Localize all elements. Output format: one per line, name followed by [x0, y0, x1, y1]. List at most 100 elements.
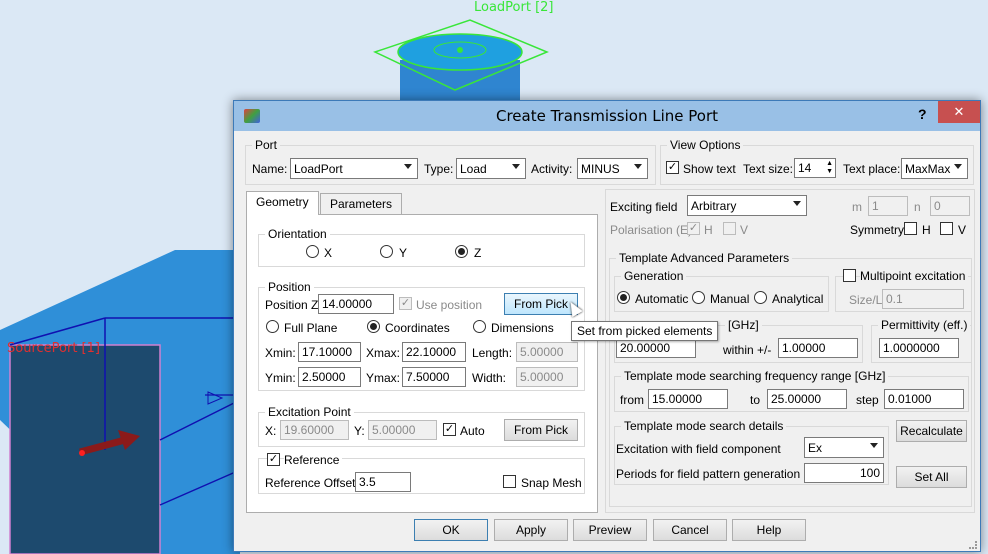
tooltip: Set from picked elements — [571, 321, 719, 341]
symmetry-label: Symmetry — [850, 223, 904, 237]
activity-combo[interactable]: MINUS — [577, 158, 648, 179]
frequency-input[interactable]: 20.00000 — [616, 338, 696, 358]
step-input[interactable]: 0.01000 — [884, 389, 964, 409]
close-icon: ✕ — [953, 104, 965, 119]
text-size-spinbox[interactable]: 14 ▲ ▼ — [794, 158, 836, 178]
text-place-value: MaxMax — [905, 162, 951, 176]
multipoint-label: Multipoint excitation — [860, 269, 969, 283]
permittivity-input[interactable]: 1.0000000 — [879, 338, 959, 358]
to-input[interactable]: 25.00000 — [767, 389, 847, 409]
orientation-x-label: X — [324, 246, 333, 260]
use-position-label: Use position — [416, 298, 483, 312]
name-combo[interactable]: LoadPort — [290, 158, 418, 179]
auto-label: Auto — [460, 424, 485, 438]
reference-offset-label: Reference Offset — [265, 476, 356, 490]
create-transmission-line-port-dialog: Create Transmission Line Port ? ✕ Port N… — [233, 100, 981, 552]
spin-arrows-icon[interactable]: ▲ ▼ — [826, 160, 833, 176]
position-z-input[interactable]: 14.00000 — [318, 294, 394, 314]
load-port-label: LoadPort [2] — [474, 0, 554, 15]
xmax-label: Xmax: — [366, 346, 401, 360]
preview-button[interactable]: Preview — [573, 519, 647, 541]
polarisation-v-label: V — [740, 223, 749, 237]
coordinates-radio[interactable] — [367, 320, 380, 333]
snap-mesh-label: Snap Mesh — [521, 476, 582, 490]
orientation-z-radio[interactable] — [455, 245, 468, 258]
width-label: Width: — [472, 371, 507, 385]
n-input[interactable]: 0 — [930, 196, 970, 216]
symmetry-v-label: V — [958, 223, 967, 237]
orientation-y-radio[interactable] — [380, 245, 393, 258]
polarisation-label: Polarisation (E) — [610, 223, 693, 237]
symmetry-h-checkbox[interactable] — [904, 222, 917, 235]
orientation-x-radio[interactable] — [306, 245, 319, 258]
multipoint-checkbox[interactable] — [843, 269, 856, 282]
apply-button[interactable]: Apply — [494, 519, 568, 541]
exciting-field-combo[interactable]: Arbitrary — [687, 195, 807, 216]
automatic-radio[interactable] — [617, 291, 630, 304]
help-button[interactable]: Help — [732, 519, 806, 541]
permittivity-legend: Permittivity (eff.) — [878, 318, 971, 332]
type-value: Load — [460, 162, 487, 176]
within-input[interactable]: 1.00000 — [778, 338, 858, 358]
size-l-label: Size/L — [849, 293, 883, 307]
type-combo[interactable]: Load — [456, 158, 526, 179]
ok-button[interactable]: OK — [414, 519, 488, 541]
m-input[interactable]: 1 — [868, 196, 908, 216]
polarisation-h-label: H — [704, 223, 713, 237]
type-label: Type: — [424, 162, 454, 176]
text-place-combo[interactable]: MaxMax — [901, 158, 968, 179]
polarisation-h-checkbox[interactable]: ✓ — [687, 222, 700, 235]
step-label: step — [856, 393, 879, 407]
port-legend: Port — [252, 138, 281, 152]
length-input[interactable]: 5.00000 — [516, 342, 578, 362]
full-plane-radio[interactable] — [266, 320, 279, 333]
ymin-label: Ymin: — [265, 371, 296, 385]
ymax-input[interactable]: 7.50000 — [402, 367, 466, 387]
resize-grip-icon[interactable] — [969, 541, 977, 549]
exciting-field-value: Arbitrary — [691, 199, 737, 213]
exc-y-label: Y: — [354, 424, 365, 438]
help-icon[interactable]: ? — [918, 106, 927, 122]
exc-y-input[interactable]: 5.00000 — [368, 420, 437, 440]
manual-radio[interactable] — [692, 291, 705, 304]
excitation-point-legend: Excitation Point — [265, 405, 354, 419]
cancel-button[interactable]: Cancel — [653, 519, 727, 541]
xmax-input[interactable]: 22.10000 — [402, 342, 466, 362]
xmin-label: Xmin: — [265, 346, 296, 360]
tab-geometry[interactable]: Geometry — [246, 191, 319, 215]
periods-input[interactable]: 100 — [804, 463, 884, 483]
dialog-title: Create Transmission Line Port — [495, 107, 719, 125]
chevron-down-icon — [512, 164, 520, 169]
m-label: m — [852, 200, 862, 214]
auto-checkbox[interactable]: ✓ — [443, 423, 456, 436]
automatic-label: Automatic — [635, 292, 689, 306]
exc-x-input[interactable]: 19.60000 — [280, 420, 349, 440]
snap-mesh-checkbox[interactable] — [503, 475, 516, 488]
reference-checkbox[interactable]: ✓ — [267, 453, 280, 466]
use-position-checkbox[interactable]: ✓ — [399, 297, 412, 310]
position-legend: Position — [265, 280, 314, 294]
dimensions-radio[interactable] — [473, 320, 486, 333]
ymin-input[interactable]: 2.50000 — [298, 367, 361, 387]
frequency-range-legend: Template mode searching frequency range … — [621, 369, 889, 383]
set-all-button[interactable]: Set All — [896, 466, 967, 488]
chevron-down-icon — [954, 164, 962, 169]
orientation-legend: Orientation — [265, 227, 330, 241]
full-plane-label: Full Plane — [284, 321, 338, 335]
excitation-component-combo[interactable]: Ex — [804, 437, 884, 458]
xmin-input[interactable]: 17.10000 — [298, 342, 361, 362]
excitation-from-pick-button[interactable]: From Pick — [504, 419, 578, 441]
close-button[interactable]: ✕ — [938, 101, 980, 123]
reference-offset-input[interactable]: 3.5 — [355, 472, 411, 492]
analytical-radio[interactable] — [754, 291, 767, 304]
dialog-titlebar[interactable]: Create Transmission Line Port ? ✕ — [234, 101, 980, 131]
polarisation-v-checkbox[interactable] — [723, 222, 736, 235]
from-input[interactable]: 15.00000 — [648, 389, 728, 409]
width-input[interactable]: 5.00000 — [516, 367, 578, 387]
show-text-checkbox[interactable]: ✓ — [666, 161, 679, 174]
symmetry-v-checkbox[interactable] — [940, 222, 953, 235]
recalculate-button[interactable]: Recalculate — [896, 420, 967, 442]
within-label: within +/- — [723, 343, 772, 357]
size-l-input[interactable]: 0.1 — [882, 289, 964, 309]
tab-parameters[interactable]: Parameters — [320, 193, 403, 215]
